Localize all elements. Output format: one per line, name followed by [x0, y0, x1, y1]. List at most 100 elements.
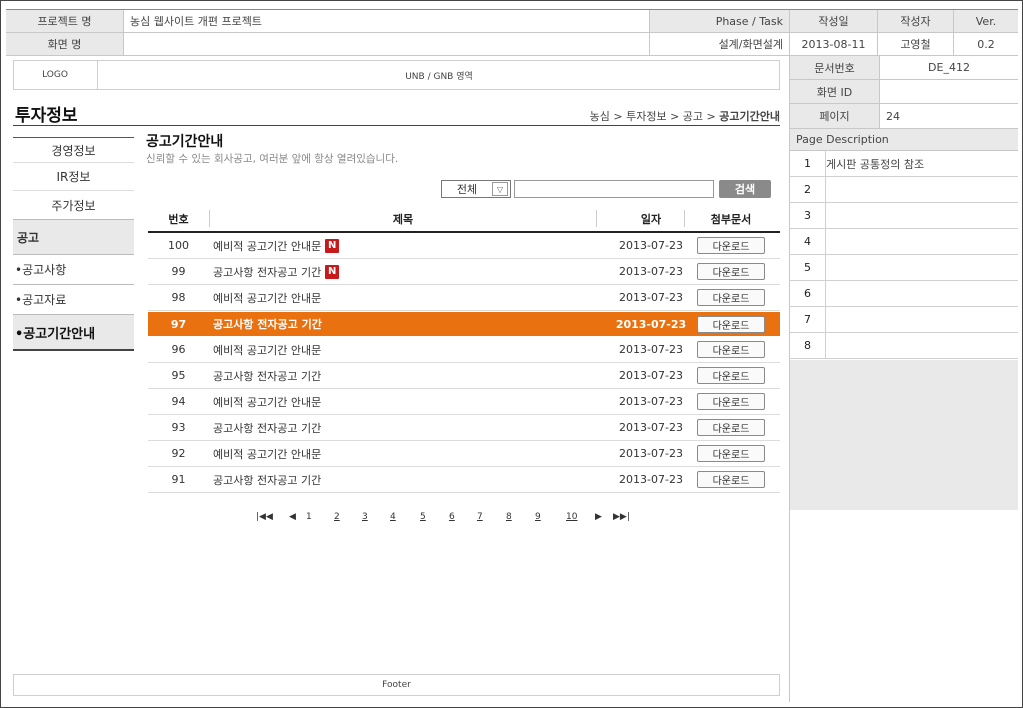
row-title-cell[interactable]: 예비적 공고기간 안내문: [213, 337, 593, 362]
doc-no-value: DE_412: [880, 56, 1018, 80]
nav-sub-notice-items[interactable]: •공고사항: [13, 255, 134, 285]
download-button[interactable]: 다운로드: [697, 263, 765, 280]
row-number: 92: [171, 447, 186, 460]
description-text: [826, 281, 1018, 306]
row-title[interactable]: 예비적 공고기간 안내문: [213, 342, 321, 358]
table-row[interactable]: 93 공고사항 전자공고 기간 2013-07-23 다운로드: [148, 415, 780, 441]
search-button[interactable]: 검색: [719, 180, 771, 198]
section-title: 투자정보: [15, 106, 78, 126]
row-title-cell[interactable]: 공고사항 전자공고 기간: [213, 415, 593, 440]
search-select[interactable]: 전체 ▽: [441, 180, 511, 198]
row-date: 2013-07-23: [619, 447, 683, 460]
gnb-area[interactable]: UNB / GNB 영역: [98, 60, 780, 90]
row-number: 91: [171, 473, 186, 486]
pagination-page-current[interactable]: 1: [306, 512, 312, 522]
table-row[interactable]: 100 예비적 공고기간 안내문 N 2013-07-23 다운로드: [148, 233, 780, 259]
page-label: 페이지: [790, 104, 880, 129]
doc-header: 프로젝트 명 농심 웹사이트 개편 프로젝트 Phase / Task 작성일 …: [6, 9, 1018, 56]
content-subtitle: 신뢰할 수 있는 회사공고, 여러분 앞에 항상 열려있습니다.: [146, 153, 399, 165]
breadcrumb: 농심 > 투자정보 > 공고 > 공고기간안내: [560, 108, 780, 124]
row-title[interactable]: 예비적 공고기간 안내문: [213, 446, 321, 462]
download-button[interactable]: 다운로드: [697, 315, 765, 333]
download-button[interactable]: 다운로드: [697, 289, 765, 306]
col-header-title: 제목: [392, 212, 414, 226]
new-badge: N: [325, 264, 340, 279]
row-title-cell[interactable]: 공고사항 전자공고 기간 N: [213, 259, 593, 284]
row-title[interactable]: 예비적 공고기간 안내문: [213, 238, 321, 254]
row-title[interactable]: 공고사항 전자공고 기간: [213, 472, 321, 488]
row-title[interactable]: 공고사항 전자공고 기간: [213, 420, 321, 436]
nav-item-ir[interactable]: IR정보: [13, 163, 134, 191]
author-value: 고영철: [878, 33, 954, 56]
pagination-last[interactable]: ▶▶|: [613, 512, 630, 522]
content-title: 공고기간안내: [146, 134, 224, 150]
table-row[interactable]: 96 예비적 공고기간 안내문 2013-07-23 다운로드: [148, 337, 780, 363]
pagination-next[interactable]: ▶: [595, 512, 602, 522]
table-row[interactable]: 98 예비적 공고기간 안내문 2013-07-23 다운로드: [148, 285, 780, 311]
ver-value: 0.2: [954, 33, 1018, 56]
project-value: 농심 웹사이트 개편 프로젝트: [124, 10, 650, 33]
pagination-page[interactable]: 10: [566, 512, 577, 522]
pagination-page[interactable]: 9: [535, 512, 541, 522]
nav-sub-notice-data[interactable]: •공고자료: [13, 285, 134, 315]
chevron-down-icon[interactable]: ▽: [492, 182, 508, 196]
table-row[interactable]: 94 예비적 공고기간 안내문 2013-07-23 다운로드: [148, 389, 780, 415]
search-input[interactable]: [514, 180, 714, 198]
pagination-page[interactable]: 8: [506, 512, 512, 522]
row-date: 2013-07-23: [619, 291, 683, 304]
breadcrumb-path[interactable]: 농심 > 투자정보 > 공고 >: [590, 110, 720, 123]
row-title-cell[interactable]: 예비적 공고기간 안내문: [213, 441, 593, 466]
download-button[interactable]: 다운로드: [697, 471, 765, 488]
table-row[interactable]: 91 공고사항 전자공고 기간 2013-07-23 다운로드: [148, 467, 780, 493]
logo[interactable]: LOGO: [13, 60, 98, 90]
table-row[interactable]: 95 공고사항 전자공고 기간 2013-07-23 다운로드: [148, 363, 780, 389]
row-title-cell[interactable]: 예비적 공고기간 안내문: [213, 285, 593, 310]
pagination-prev[interactable]: ◀: [289, 512, 296, 522]
row-attachment: 다운로드: [696, 337, 766, 362]
pagination-first[interactable]: |◀◀: [256, 512, 273, 522]
nav-item-management[interactable]: 경영정보: [13, 137, 134, 163]
row-attachment: 다운로드: [696, 389, 766, 414]
pagination-page[interactable]: 7: [477, 512, 483, 522]
download-button[interactable]: 다운로드: [697, 237, 765, 254]
table-row[interactable]: 92 예비적 공고기간 안내문 2013-07-23 다운로드: [148, 441, 780, 467]
pagination-page[interactable]: 3: [362, 512, 368, 522]
description-number: 6: [790, 281, 826, 306]
date-label: 작성일: [790, 10, 878, 33]
download-button[interactable]: 다운로드: [697, 419, 765, 436]
download-button[interactable]: 다운로드: [697, 445, 765, 462]
nav-group-notice[interactable]: 공고: [13, 219, 134, 255]
download-button[interactable]: 다운로드: [697, 393, 765, 410]
nav-sub-notice-period[interactable]: •공고기간안내: [13, 315, 134, 351]
row-attachment: 다운로드: [696, 312, 766, 336]
table-row[interactable]: 99 공고사항 전자공고 기간 N 2013-07-23 다운로드: [148, 259, 780, 285]
new-badge: N: [325, 238, 340, 253]
row-title-cell[interactable]: 공고사항 전자공고 기간: [213, 312, 593, 336]
author-label: 작성자: [878, 10, 954, 33]
description-text: [826, 203, 1018, 228]
row-attachment: 다운로드: [696, 441, 766, 466]
pagination-page[interactable]: 2: [334, 512, 340, 522]
row-title-cell[interactable]: 예비적 공고기간 안내문 N: [213, 233, 593, 258]
pagination-page[interactable]: 6: [449, 512, 455, 522]
col-header-attachment: 첨부문서: [710, 212, 752, 226]
row-title[interactable]: 공고사항 전자공고 기간: [213, 264, 321, 280]
row-number: 100: [168, 239, 189, 252]
download-button[interactable]: 다운로드: [697, 341, 765, 358]
pagination-page[interactable]: 5: [420, 512, 426, 522]
table-row-selected[interactable]: 97 공고사항 전자공고 기간 2013-07-23 다운로드: [148, 312, 780, 336]
download-button[interactable]: 다운로드: [697, 367, 765, 384]
row-title-cell[interactable]: 예비적 공고기간 안내문: [213, 389, 593, 414]
row-title-cell[interactable]: 공고사항 전자공고 기간: [213, 467, 593, 492]
row-title-cell[interactable]: 공고사항 전자공고 기간: [213, 363, 593, 388]
col-header-number: 번호: [168, 212, 189, 226]
row-number: 95: [171, 369, 186, 382]
row-title[interactable]: 공고사항 전자공고 기간: [213, 316, 322, 332]
row-title[interactable]: 공고사항 전자공고 기간: [213, 368, 321, 384]
page-description-title: Page Description: [790, 129, 1018, 151]
nav-item-stock[interactable]: 주가정보: [13, 191, 134, 219]
date-value: 2013-08-11: [790, 33, 878, 56]
row-title[interactable]: 예비적 공고기간 안내문: [213, 290, 321, 306]
row-title[interactable]: 예비적 공고기간 안내문: [213, 394, 321, 410]
pagination-page[interactable]: 4: [390, 512, 396, 522]
